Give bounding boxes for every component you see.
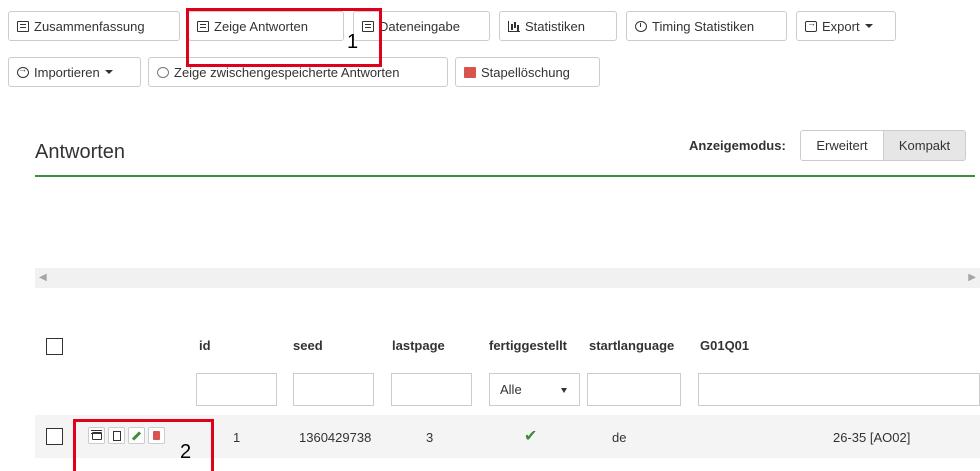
scroll-left-icon[interactable]: ◀ — [39, 272, 47, 283]
comment-bubble-icon — [157, 66, 169, 78]
caret-down-icon — [864, 24, 873, 28]
cell-g01q01: 26-35 [AO02] — [833, 430, 911, 445]
column-header-seed[interactable]: seed — [293, 338, 323, 353]
row-checkbox[interactable] — [46, 428, 63, 445]
filter-startlanguage-input[interactable] — [587, 373, 681, 406]
import-dropdown-button[interactable]: Importieren — [8, 57, 141, 87]
horizontal-scrollbar[interactable]: ◀ ▶ — [35, 268, 980, 288]
cell-id: 1 — [233, 430, 241, 445]
select-all-checkbox[interactable] — [46, 338, 63, 355]
statistics-label: Statistiken — [525, 18, 585, 34]
annotation-marker-2: 2 — [180, 441, 192, 463]
bar-chart-icon — [508, 20, 520, 32]
summary-label: Zusammenfassung — [34, 18, 145, 34]
filter-g01q01-input[interactable] — [698, 373, 980, 406]
filter-completed-select[interactable]: Alle — [489, 373, 580, 406]
mode-extended-button[interactable]: Erweitert — [800, 130, 884, 161]
column-header-id[interactable]: id — [199, 338, 211, 353]
header-divider — [35, 175, 975, 177]
export-icon — [805, 18, 817, 32]
import-label: Importieren — [34, 64, 100, 80]
trash-icon — [464, 66, 476, 78]
statistics-button[interactable]: Statistiken — [499, 11, 617, 41]
timing-statistics-button[interactable]: Timing Statistiken — [626, 11, 787, 41]
caret-down-icon — [104, 70, 113, 74]
completed-check-icon: ✔ — [524, 428, 538, 445]
list-icon — [17, 20, 29, 32]
page-title: Antworten — [35, 141, 126, 163]
timing-statistics-label: Timing Statistiken — [652, 18, 755, 34]
filter-id-input[interactable] — [196, 373, 277, 406]
batch-delete-button[interactable]: Stapellöschung — [455, 57, 600, 87]
summary-button[interactable]: Zusammenfassung — [8, 11, 180, 41]
column-header-startlanguage[interactable]: startlanguage — [589, 338, 674, 353]
select-arrow-icon — [561, 388, 567, 393]
data-entry-label: Dateneingabe — [379, 18, 460, 34]
mode-compact-button[interactable]: Kompakt — [883, 130, 966, 161]
column-header-completed[interactable]: fertiggestellt — [489, 338, 567, 353]
annotation-highlight-2 — [73, 419, 214, 471]
import-icon — [17, 64, 29, 78]
cell-seed: 1360429738 — [299, 430, 372, 445]
filter-seed-input[interactable] — [293, 373, 374, 406]
display-mode-label: Anzeigemodus: — [689, 138, 786, 153]
batch-delete-label: Stapellöschung — [481, 64, 570, 80]
filter-lastpage-input[interactable] — [391, 373, 472, 406]
cell-startlanguage: de — [612, 430, 627, 445]
column-header-lastpage[interactable]: lastpage — [392, 338, 445, 353]
column-header-g01q01[interactable]: G01Q01 — [700, 338, 749, 353]
export-dropdown-button[interactable]: Export — [796, 11, 896, 41]
export-label: Export — [822, 18, 860, 34]
scroll-right-icon[interactable]: ▶ — [968, 272, 976, 283]
annotation-marker-1: 1 — [347, 31, 359, 53]
filter-completed-value: Alle — [500, 382, 522, 397]
cell-lastpage: 3 — [426, 430, 434, 445]
clock-icon — [635, 20, 647, 32]
